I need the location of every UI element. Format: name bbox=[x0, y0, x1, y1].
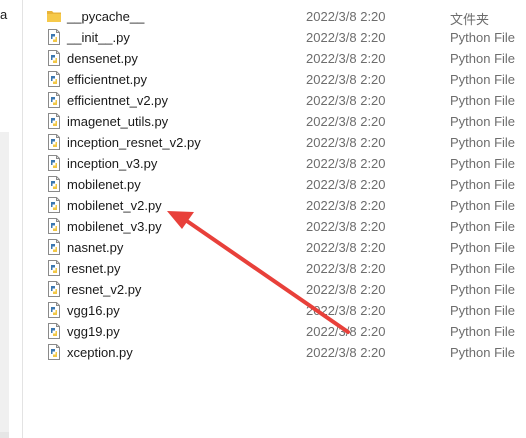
python-file-icon bbox=[47, 302, 61, 318]
python-file-icon bbox=[47, 176, 61, 192]
file-name[interactable]: vgg19.py bbox=[67, 324, 120, 339]
file-name[interactable]: inception_v3.py bbox=[67, 156, 157, 171]
python-file-icon bbox=[47, 29, 61, 45]
file-row[interactable]: efficientnet_v2.py 2022/3/8 2:20 Python Fi… bbox=[22, 90, 526, 111]
python-file-icon bbox=[47, 218, 61, 234]
file-row[interactable]: densenet.py 2022/3/8 2:20 Python File bbox=[22, 48, 526, 69]
file-row[interactable]: inception_resnet_v2.py 2022/3/8 2:20 Pytho… bbox=[22, 132, 526, 153]
file-type: Python File bbox=[450, 93, 516, 108]
file-row[interactable]: mobilenet.py 2022/3/8 2:20 Python File bbox=[22, 174, 526, 195]
file-type: Python File bbox=[450, 345, 516, 360]
navigation-item-label[interactable]: a bbox=[0, 7, 7, 22]
file-row[interactable]: mobilenet_v2.py 2022/3/8 2:20 Python File bbox=[22, 195, 526, 216]
python-file-icon bbox=[47, 281, 61, 297]
navigation-scrollbar[interactable] bbox=[0, 132, 9, 438]
file-name[interactable]: nasnet.py bbox=[67, 240, 123, 255]
file-row[interactable]: resnet.py 2022/3/8 2:20 Python File bbox=[22, 258, 526, 279]
file-row[interactable]: efficientnet.py 2022/3/8 2:20 Python File bbox=[22, 69, 526, 90]
python-file-icon bbox=[47, 155, 61, 171]
file-type: Python File bbox=[450, 72, 516, 87]
file-type: Python File bbox=[450, 240, 516, 255]
file-type: 文件夹 bbox=[450, 12, 490, 27]
file-name[interactable]: efficientnet_v2.py bbox=[67, 93, 168, 108]
file-modified-date: 2022/3/8 2:20 bbox=[306, 51, 386, 66]
file-modified-date: 2022/3/8 2:20 bbox=[306, 72, 386, 87]
file-type: Python File bbox=[450, 114, 516, 129]
file-modified-date: 2022/3/8 2:20 bbox=[306, 30, 386, 45]
file-type: Python File bbox=[450, 282, 516, 297]
file-modified-date: 2022/3/8 2:20 bbox=[306, 177, 386, 192]
file-name[interactable]: mobilenet.py bbox=[67, 177, 141, 192]
file-name[interactable]: vgg16.py bbox=[67, 303, 120, 318]
file-row[interactable]: xception.py 2022/3/8 2:20 Python File bbox=[22, 342, 526, 363]
file-row[interactable]: vgg19.py 2022/3/8 2:20 Python File bbox=[22, 321, 526, 342]
file-row[interactable]: inception_v3.py 2022/3/8 2:20 Python File bbox=[22, 153, 526, 174]
file-list: __pycache__ 2022/3/8 2:20 文件夹 __init__.py 20… bbox=[22, 6, 526, 363]
file-modified-date: 2022/3/8 2:20 bbox=[306, 156, 386, 171]
file-row[interactable]: vgg16.py 2022/3/8 2:20 Python File bbox=[22, 300, 526, 321]
file-row[interactable]: nasnet.py 2022/3/8 2:20 Python File bbox=[22, 237, 526, 258]
file-modified-date: 2022/3/8 2:20 bbox=[306, 282, 386, 297]
python-file-icon bbox=[47, 260, 61, 276]
navigation-pane[interactable]: a bbox=[0, 0, 23, 438]
file-type: Python File bbox=[450, 177, 516, 192]
file-name[interactable]: mobilenet_v2.py bbox=[67, 198, 162, 213]
file-type: Python File bbox=[450, 156, 516, 171]
file-modified-date: 2022/3/8 2:20 bbox=[306, 93, 386, 108]
file-row[interactable]: mobilenet_v3.py 2022/3/8 2:20 Python File bbox=[22, 216, 526, 237]
file-type: Python File bbox=[450, 30, 516, 45]
file-name[interactable]: resnet_v2.py bbox=[67, 282, 141, 297]
python-file-icon bbox=[47, 113, 61, 129]
python-file-icon bbox=[47, 71, 61, 87]
file-modified-date: 2022/3/8 2:20 bbox=[306, 219, 386, 234]
file-type: Python File bbox=[450, 198, 516, 213]
python-file-icon bbox=[47, 344, 61, 360]
file-row[interactable]: imagenet_utils.py 2022/3/8 2:20 Python Fil… bbox=[22, 111, 526, 132]
file-modified-date: 2022/3/8 2:20 bbox=[306, 345, 386, 360]
file-modified-date: 2022/3/8 2:20 bbox=[306, 114, 386, 129]
python-file-icon bbox=[47, 50, 61, 66]
python-file-icon bbox=[47, 323, 61, 339]
file-name[interactable]: __init__.py bbox=[67, 30, 130, 45]
file-name[interactable]: imagenet_utils.py bbox=[67, 114, 168, 129]
python-file-icon bbox=[47, 134, 61, 150]
python-file-icon bbox=[47, 92, 61, 108]
file-name[interactable]: xception.py bbox=[67, 345, 133, 360]
file-modified-date: 2022/3/8 2:20 bbox=[306, 324, 386, 339]
file-row[interactable]: __init__.py 2022/3/8 2:20 Python File bbox=[22, 27, 526, 48]
file-modified-date: 2022/3/8 2:20 bbox=[306, 9, 386, 24]
file-name[interactable]: efficientnet.py bbox=[67, 72, 147, 87]
folder-icon bbox=[47, 8, 61, 24]
file-name[interactable]: mobilenet_v3.py bbox=[67, 219, 162, 234]
navigation-scrollbar-thumb[interactable] bbox=[0, 432, 9, 438]
file-type: Python File bbox=[450, 51, 516, 66]
file-modified-date: 2022/3/8 2:20 bbox=[306, 135, 386, 150]
python-file-icon bbox=[47, 197, 61, 213]
file-type: Python File bbox=[450, 219, 516, 234]
file-type: Python File bbox=[450, 324, 516, 339]
file-name[interactable]: densenet.py bbox=[67, 51, 138, 66]
file-name[interactable]: inception_resnet_v2.py bbox=[67, 135, 201, 150]
file-type: Python File bbox=[450, 135, 516, 150]
file-type: Python File bbox=[450, 261, 516, 276]
file-explorer-window: a __pycache__ 2022/3/8 2:20 文件夹 __init__.py… bbox=[0, 0, 526, 438]
file-type: Python File bbox=[450, 303, 516, 318]
file-modified-date: 2022/3/8 2:20 bbox=[306, 303, 386, 318]
file-modified-date: 2022/3/8 2:20 bbox=[306, 198, 386, 213]
file-name[interactable]: __pycache__ bbox=[67, 9, 144, 24]
file-modified-date: 2022/3/8 2:20 bbox=[306, 240, 386, 255]
python-file-icon bbox=[47, 239, 61, 255]
file-row[interactable]: __pycache__ 2022/3/8 2:20 文件夹 bbox=[22, 6, 526, 27]
file-modified-date: 2022/3/8 2:20 bbox=[306, 261, 386, 276]
file-row[interactable]: resnet_v2.py 2022/3/8 2:20 Python File bbox=[22, 279, 526, 300]
file-name[interactable]: resnet.py bbox=[67, 261, 120, 276]
